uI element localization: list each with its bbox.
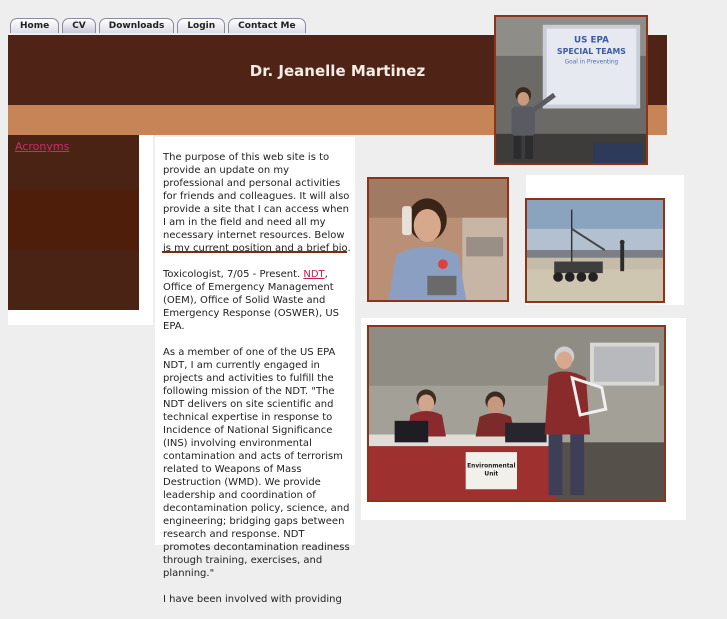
content-text: The purpose of this web site is to provi… — [163, 151, 351, 619]
slide-text-2: SPECIAL TEAMS — [557, 47, 626, 56]
sidebar-block-bottom — [8, 250, 139, 310]
position-paragraph: Toxicologist, 7/05 - Present. NDT, Offic… — [163, 268, 351, 333]
nav-tabs: Home CV Downloads Login Contact Me — [10, 18, 306, 34]
slide-text-3: Goal in Preventing — [565, 60, 619, 66]
tab-contact-me[interactable]: Contact Me — [228, 18, 306, 33]
tab-home[interactable]: Home — [10, 18, 60, 33]
photo-phone — [367, 177, 509, 302]
photo-robot — [525, 198, 665, 303]
sign-text-2: Unit — [484, 472, 498, 478]
intro-paragraph: The purpose of this web site is to provi… — [163, 152, 351, 254]
photo-presenter: US EPA SPECIAL TEAMS Goal in Preventing — [494, 15, 648, 165]
slide-text-1: US EPA — [574, 35, 609, 45]
photo-team: Environmental Unit — [367, 325, 666, 502]
tab-cv[interactable]: CV — [62, 18, 96, 33]
involvement-paragraph: I have been involved with providing — [163, 594, 342, 605]
ndt-link[interactable]: NDT — [303, 269, 324, 280]
content-column: The purpose of this web site is to provi… — [155, 137, 355, 605]
sidebar-block-middle — [8, 190, 139, 250]
tab-login[interactable]: Login — [177, 18, 226, 33]
section-divider — [162, 251, 347, 253]
tab-downloads[interactable]: Downloads — [98, 18, 175, 33]
sidebar-link-acronyms[interactable]: Acronyms — [15, 140, 69, 153]
sign-text-1: Environmental — [467, 464, 515, 470]
position-prefix: Toxicologist, 7/05 - Present. — [163, 269, 301, 280]
